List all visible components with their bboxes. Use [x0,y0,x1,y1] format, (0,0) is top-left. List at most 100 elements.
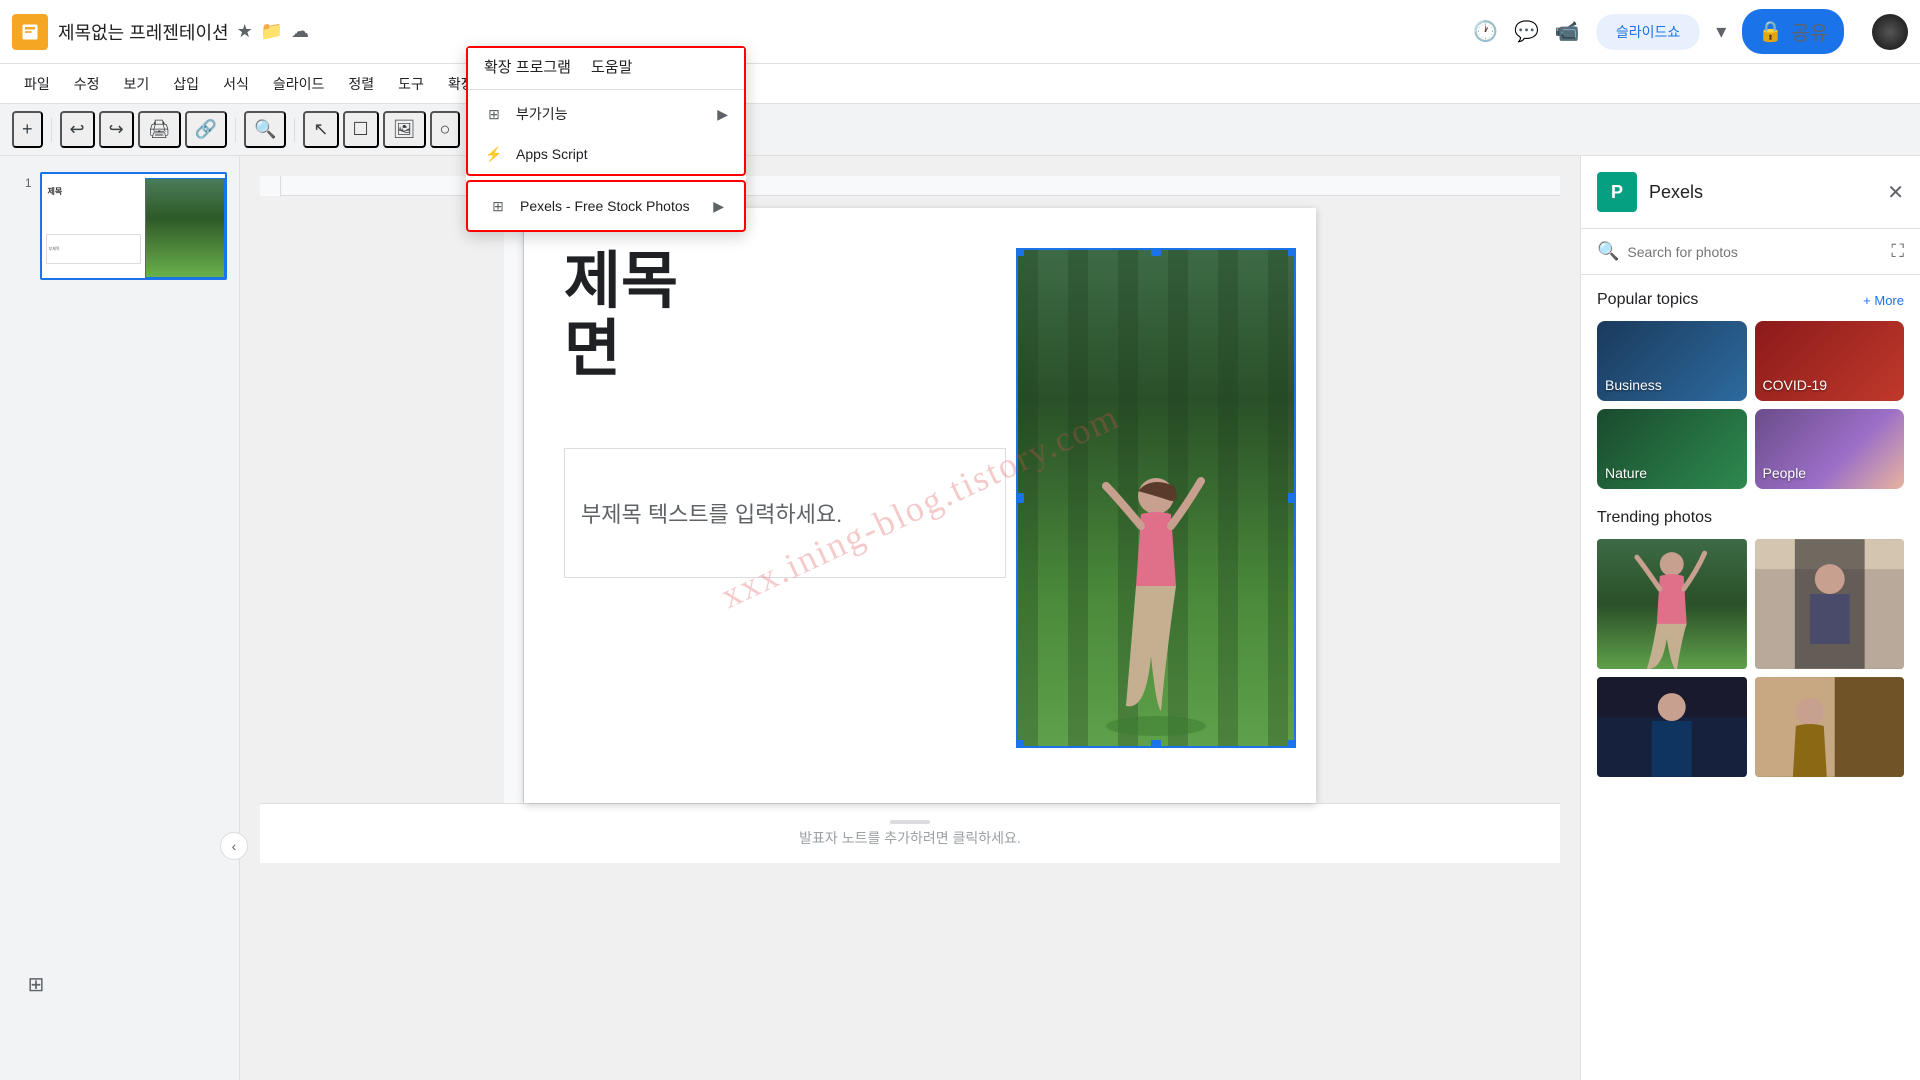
pexels-arrow: ▶ [713,198,724,215]
collapse-panel-button[interactable]: ‹ [220,832,248,860]
image-button[interactable]: 🖼 [383,111,426,148]
toolbar: + ↩ ↪ 🖨 🔗 🔍 ↖ ☐ 🖼 ○ [0,104,1920,156]
redo-button[interactable]: ↪ [99,111,134,148]
pexels-logo: P [1597,172,1637,212]
video-icon[interactable]: 📹 [1555,19,1580,44]
search-input[interactable] [1627,244,1883,260]
topic-nature[interactable]: Nature [1597,409,1747,489]
more-topics-button[interactable]: + More [1863,293,1904,308]
notes-indicator [890,820,930,824]
comment-icon[interactable]: 💬 [1514,19,1539,44]
menu-edit[interactable]: 수정 [62,70,112,98]
slide-number: 1 [12,172,32,190]
notes-bar[interactable]: 발표자 노트를 추가하려면 클릭하세요. [260,803,1560,863]
toolbar-divider-2 [235,118,236,142]
pexels-body: Popular topics + More Business COVID-19 … [1581,275,1920,1080]
addons-icon: ⊞ [484,104,504,124]
notes-placeholder[interactable]: 발표자 노트를 추가하려면 클릭하세요. [799,828,1021,848]
cursor-button[interactable]: ↖ [303,111,338,148]
slide-subtitle[interactable]: 부제목 텍스트를 입력하세요. [581,497,842,529]
app-logo [12,14,48,50]
cloud-icon[interactable]: ☁ [291,21,309,42]
slide-canvas: 제목면 부제목 텍스트를 입력하세요. [524,208,1316,803]
header-actions: 🕐 💬 📹 슬라이드쇼 ▾ 🔒 공유 [1473,9,1908,54]
doc-title[interactable]: 제목없는 프레젠테이션 [58,19,229,45]
zoom-button[interactable]: 🔍 [244,111,286,148]
menu-format[interactable]: 서식 [211,70,261,98]
pexels-header: P Pexels ✕ [1581,156,1920,229]
slide-thumbnail-1[interactable]: 1 제목 부제목 [8,168,231,284]
handle-bl[interactable] [1016,740,1024,748]
frame-button[interactable]: ☐ [343,111,379,148]
topic-nature-label: Nature [1605,465,1647,481]
folder-icon[interactable]: 📁 [261,21,283,42]
slide-title[interactable]: 제목면 [564,248,1006,384]
star-icon[interactable]: ★ [237,21,253,42]
add-button[interactable]: + [12,111,43,148]
pexels-sidebar: P Pexels ✕ 🔍 ⛶ Popular topics + More Bus… [1580,156,1920,1080]
pexels-title: Pexels [1649,182,1887,203]
grid-view-button[interactable]: ⊞ [20,968,52,1000]
history-icon[interactable]: 🕐 [1473,19,1498,44]
trending-photo-2[interactable] [1755,539,1905,669]
menu-divider-1 [468,89,744,90]
menu-arrange[interactable]: 정렬 [336,70,386,98]
undo-button[interactable]: ↩ [60,111,95,148]
topic-people[interactable]: People [1755,409,1905,489]
apps-script-menu-item[interactable]: ⚡ Apps Script [468,134,744,174]
help-label: 도움말 [591,56,632,77]
menu-slide[interactable]: 슬라이드 [261,70,337,98]
editor-area: 제목면 부제목 텍스트를 입력하세요. [240,156,1580,1080]
search-icon: 🔍 [1597,241,1619,262]
topic-business-label: Business [1605,377,1662,393]
main-area: 1 제목 부제목 [0,156,1920,1080]
menu-file[interactable]: 파일 [12,70,62,98]
handle-tl[interactable] [1016,248,1024,256]
trending-photo-3[interactable] [1597,677,1747,777]
trending-photo-4[interactable] [1755,677,1905,777]
extensions-menu-header: 확장 프로그램 도움말 [468,48,744,85]
handle-mr[interactable] [1288,493,1296,503]
slide-preview[interactable]: 제목 부제목 [40,172,227,280]
print-button[interactable]: 🖨 [138,111,181,148]
slide-subtitle-box[interactable]: 부제목 텍스트를 입력하세요. [564,448,1006,578]
pexels-search-area[interactable]: 🔍 ⛶ [1581,229,1920,275]
handle-ml[interactable] [1016,493,1024,503]
handle-tm[interactable] [1151,248,1161,256]
topic-business[interactable]: Business [1597,321,1747,401]
popular-topics-header: Popular topics + More [1597,291,1904,309]
handle-tr[interactable] [1288,248,1296,256]
slide-image[interactable] [1016,248,1296,748]
topic-covid-label: COVID-19 [1763,377,1828,393]
avatar[interactable] [1872,14,1908,50]
menu-tools[interactable]: 도구 [386,70,436,98]
doc-icons: ★ 📁 ☁ [237,21,310,42]
pexels-close-button[interactable]: ✕ [1887,180,1904,205]
topic-grid: Business COVID-19 Nature People [1597,321,1904,489]
menubar: 파일 수정 보기 삽입 서식 슬라이드 정렬 도구 확장 프로그램 도움말 [0,64,1920,104]
addons-menu-item[interactable]: ⊞ 부가기능 ▶ [468,94,744,134]
extensions-label: 확장 프로그램 [484,56,571,77]
menu-view[interactable]: 보기 [112,70,162,98]
handle-br[interactable] [1288,740,1296,748]
slideshow-button[interactable]: 슬라이드쇼 [1596,14,1700,50]
expand-icon[interactable]: ⛶ [1891,241,1904,262]
popular-topics-title: Popular topics [1597,291,1698,309]
toolbar-divider-3 [294,118,295,142]
menu-insert[interactable]: 삽입 [161,70,211,98]
handle-bm[interactable] [1151,740,1161,748]
share-label: 공유 [1791,17,1828,46]
pexels-submenu-item[interactable]: ⊞ Pexels - Free Stock Photos ▶ [472,186,740,226]
shape-button[interactable]: ○ [430,111,461,148]
share-button[interactable]: 🔒 공유 [1742,9,1844,54]
topic-covid[interactable]: COVID-19 [1755,321,1905,401]
trending-photo-1[interactable] [1597,539,1747,669]
trending-grid [1597,539,1904,777]
slide-panel: 1 제목 부제목 [0,156,240,1080]
toolbar-divider-1 [51,118,52,142]
format-button[interactable]: 🔗 [185,111,227,148]
dropdown-menu: 확장 프로그램 도움말 ⊞ 부가기능 ▶ ⚡ Apps Script ⊞ Pex… [466,46,746,232]
apps-script-icon: ⚡ [484,144,504,164]
slideshow-dropdown-arrow[interactable]: ▾ [1716,19,1726,44]
ruler [260,176,1560,196]
